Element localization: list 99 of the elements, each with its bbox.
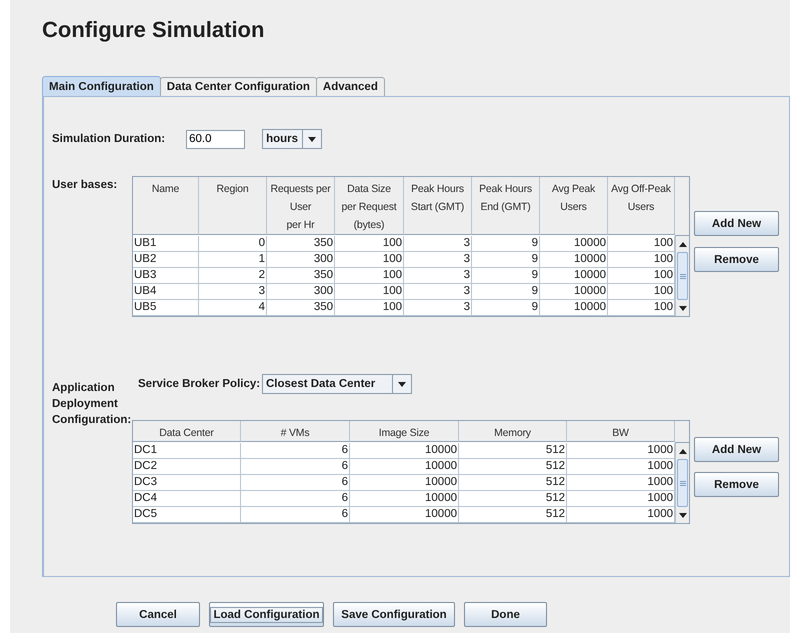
- table-cell: UB5: [133, 300, 199, 316]
- down-arrow-icon: [398, 382, 406, 386]
- section-label: Deployment: [52, 397, 119, 412]
- section-label: User bases:: [52, 178, 118, 193]
- table-cell: 350: [267, 236, 335, 252]
- table-cell: 10000: [350, 443, 459, 459]
- table-cell: 10000: [350, 507, 459, 523]
- down-arrow-icon: [308, 136, 316, 142]
- grip-icon: [680, 274, 686, 278]
- up-arrow-icon: [678, 242, 686, 246]
- table-cell: DC4: [133, 491, 241, 507]
- table-cell: 10000: [350, 475, 459, 491]
- page-title: Configure Simulation: [42, 16, 266, 44]
- table-cell: 4: [199, 300, 267, 316]
- unit-dropdown[interactable]: hours: [262, 129, 322, 149]
- column-header[interactable]: Memory: [459, 421, 567, 442]
- tab[interactable]: Data Center Configuration: [160, 77, 317, 96]
- remove-button[interactable]: Remove: [694, 247, 779, 272]
- grip-icon: [680, 480, 686, 486]
- table-cell: 10000: [350, 459, 459, 475]
- table-cell: 6: [241, 475, 350, 491]
- table-cell: 9: [472, 268, 540, 284]
- table-cell: 10000: [540, 268, 608, 284]
- table-cell: 3: [404, 252, 472, 268]
- table-cell: DC2: [133, 459, 241, 475]
- column-header[interactable]: Name: [133, 177, 199, 235]
- column-header[interactable]: Image Size: [350, 421, 459, 442]
- column-header[interactable]: Requests per User per Hr: [267, 177, 335, 235]
- add-new-button[interactable]: Add New: [694, 211, 779, 236]
- table-cell: 9: [472, 300, 540, 316]
- column-header[interactable]: Peak Hours End (GMT): [472, 177, 540, 235]
- tab[interactable]: Main Configuration: [42, 76, 161, 96]
- add-new-button[interactable]: Add New: [694, 437, 779, 462]
- table-cell: 100: [335, 236, 404, 252]
- table-cell: 512: [459, 507, 567, 523]
- table-cell: 100: [335, 284, 404, 300]
- table-cell: 3: [404, 300, 472, 316]
- footer-button[interactable]: Done: [464, 602, 547, 627]
- column-header[interactable]: Avg Off-Peak Users: [608, 177, 675, 235]
- field-label: Simulation Duration:: [52, 133, 166, 145]
- table-cell: UB4: [133, 284, 199, 300]
- footer-button[interactable]: Save Configuration: [333, 602, 455, 627]
- table-cell: 10000: [540, 300, 608, 316]
- footer-button[interactable]: Cancel: [116, 602, 200, 627]
- remove-button[interactable]: Remove: [694, 472, 779, 497]
- table-cell: 350: [267, 300, 335, 316]
- table-cell: 3: [404, 236, 472, 252]
- table-cell: 10000: [540, 252, 608, 268]
- column-header[interactable]: # VMs: [241, 421, 350, 442]
- policy-dropdown[interactable]: Closest Data Center: [262, 374, 412, 394]
- table-cell: 2: [199, 268, 267, 284]
- table-cell: 350: [267, 268, 335, 284]
- down-arrow-icon: [678, 512, 686, 518]
- table-cell: 512: [459, 459, 567, 475]
- duration-input[interactable]: 60.0: [186, 130, 246, 148]
- tab[interactable]: Advanced: [316, 77, 385, 96]
- table-cell: 300: [267, 284, 335, 300]
- column-header[interactable]: BW: [567, 421, 675, 442]
- table-cell: 100: [335, 300, 404, 316]
- table-cell: 100: [335, 268, 404, 284]
- table-cell: DC5: [133, 507, 241, 523]
- footer-button[interactable]: Load Configuration: [209, 602, 324, 627]
- table-cell: 100: [335, 252, 404, 268]
- down-arrow-icon: [678, 306, 686, 310]
- table-cell: 300: [267, 252, 335, 268]
- table-cell: 0: [199, 236, 267, 252]
- column-header[interactable]: Peak Hours Start (GMT): [404, 177, 472, 235]
- table-cell: 10000: [540, 236, 608, 252]
- table-cell: 512: [459, 475, 567, 491]
- table-cell: 6: [241, 459, 350, 475]
- column-header[interactable]: Avg Peak Users: [540, 177, 608, 235]
- table-cell: 3: [199, 284, 267, 300]
- scrollbar-thumb[interactable]: [677, 252, 688, 300]
- table-cell: 6: [241, 507, 350, 523]
- table-cell: DC1: [133, 443, 241, 459]
- table-cell: 512: [459, 491, 567, 507]
- table-cell: 9: [472, 236, 540, 252]
- section-label: Application: [52, 381, 116, 396]
- section-label: Configuration:: [52, 413, 132, 428]
- table-cell: 9: [472, 252, 540, 268]
- column-header[interactable]: Region: [199, 177, 267, 235]
- table-cell: 1: [199, 252, 267, 268]
- table-cell: 9: [472, 284, 540, 300]
- table-cell: UB2: [133, 252, 199, 268]
- table-cell: 6: [241, 443, 350, 459]
- table-cell: DC3: [133, 475, 241, 491]
- table-cell: 6: [241, 491, 350, 507]
- column-header[interactable]: Data Size per Request (bytes): [335, 177, 404, 235]
- table-cell: UB1: [133, 236, 199, 252]
- table-cell: 512: [459, 443, 567, 459]
- table-cell: 10000: [540, 284, 608, 300]
- table-cell: 3: [404, 268, 472, 284]
- column-header[interactable]: Data Center: [133, 421, 241, 442]
- scrollbar-thumb[interactable]: [677, 459, 688, 507]
- table-cell: UB3: [133, 268, 199, 284]
- table-cell: 3: [404, 284, 472, 300]
- table-cell: 10000: [350, 491, 459, 507]
- field-label: Service Broker Policy:: [138, 378, 262, 390]
- up-arrow-icon: [678, 448, 686, 454]
